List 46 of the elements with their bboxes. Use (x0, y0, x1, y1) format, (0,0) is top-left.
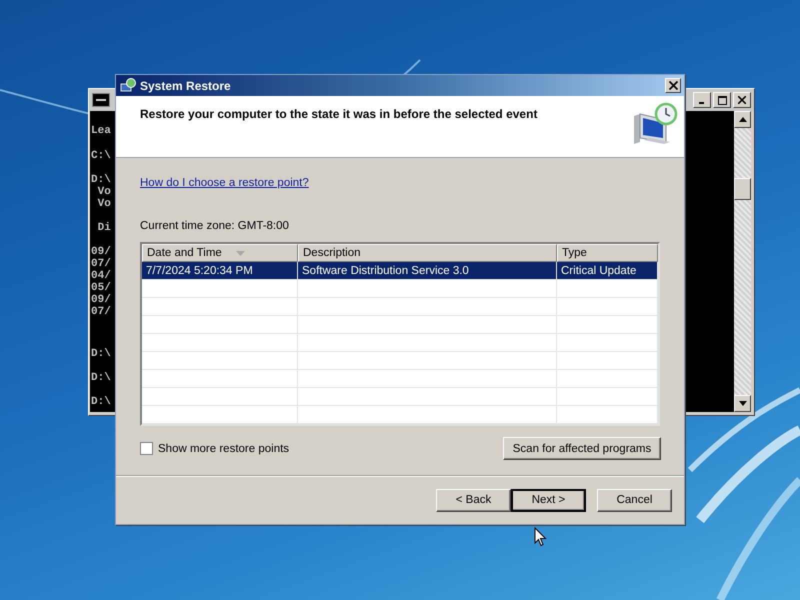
console-text: 07/ (91, 306, 111, 318)
close-icon (738, 96, 746, 104)
checkbox[interactable] (140, 442, 153, 455)
column-header[interactable]: Description (298, 244, 557, 262)
close-icon (668, 81, 678, 90)
scroll-thumb[interactable] (734, 178, 751, 200)
table-cell: Software Distribution Service 3.0 (298, 262, 557, 279)
table-cell: 7/7/2024 5:20:34 PM (142, 262, 298, 279)
console-text: 05/ (91, 282, 111, 294)
help-link[interactable]: How do I choose a restore point? (140, 177, 309, 189)
console-text: Vo (96, 198, 111, 210)
console-icon (92, 93, 110, 107)
console-text: D:\ (91, 174, 111, 186)
column-header[interactable]: Type (557, 244, 658, 262)
minimize-button[interactable] (693, 92, 711, 108)
console-text: 07/ (91, 258, 111, 270)
console-prompt: D:\ (91, 396, 111, 408)
wizard-button[interactable]: < Back (436, 488, 511, 512)
table-row[interactable]: 7/7/2024 5:20:34 PM Software Distribution Service 3.0 Critical Update (142, 262, 658, 280)
time-zone-label: Current time zone: GMT-8:00 (140, 220, 290, 232)
checkbox-label: Show more restore points (158, 442, 290, 454)
console-text: Lea (91, 125, 111, 137)
console-text: 09/ (91, 246, 111, 258)
close-button[interactable] (665, 78, 681, 93)
console-text: 09/ (91, 294, 111, 306)
maximize-button[interactable] (713, 92, 731, 108)
table-cell: Critical Update (557, 262, 658, 279)
restore-icon (120, 78, 136, 94)
scroll-down-icon[interactable] (734, 395, 751, 412)
scan-button[interactable]: Scan for affected programs (503, 437, 661, 460)
console-text: C:\ (91, 150, 111, 162)
window-title: System Restore (140, 78, 231, 92)
wizard-button[interactable]: Cancel (597, 488, 672, 512)
scroll-up-icon[interactable] (734, 111, 751, 128)
heading: Restore your computer to the state it was in before the selected event (140, 106, 538, 123)
scrollbar[interactable] (734, 111, 751, 412)
console-text: Vo (96, 186, 111, 198)
wizard-button[interactable]: Next > (511, 488, 586, 512)
column-header[interactable]: Date and Time (142, 244, 298, 262)
console-text: 04/ (91, 270, 111, 282)
console-text: Di (96, 222, 111, 234)
maximize-icon (718, 96, 726, 104)
console-prompt: D:\ (91, 372, 111, 384)
close-button[interactable] (733, 92, 751, 108)
console-prompt: D:\ (91, 348, 111, 360)
mouse-cursor-icon (534, 527, 547, 547)
